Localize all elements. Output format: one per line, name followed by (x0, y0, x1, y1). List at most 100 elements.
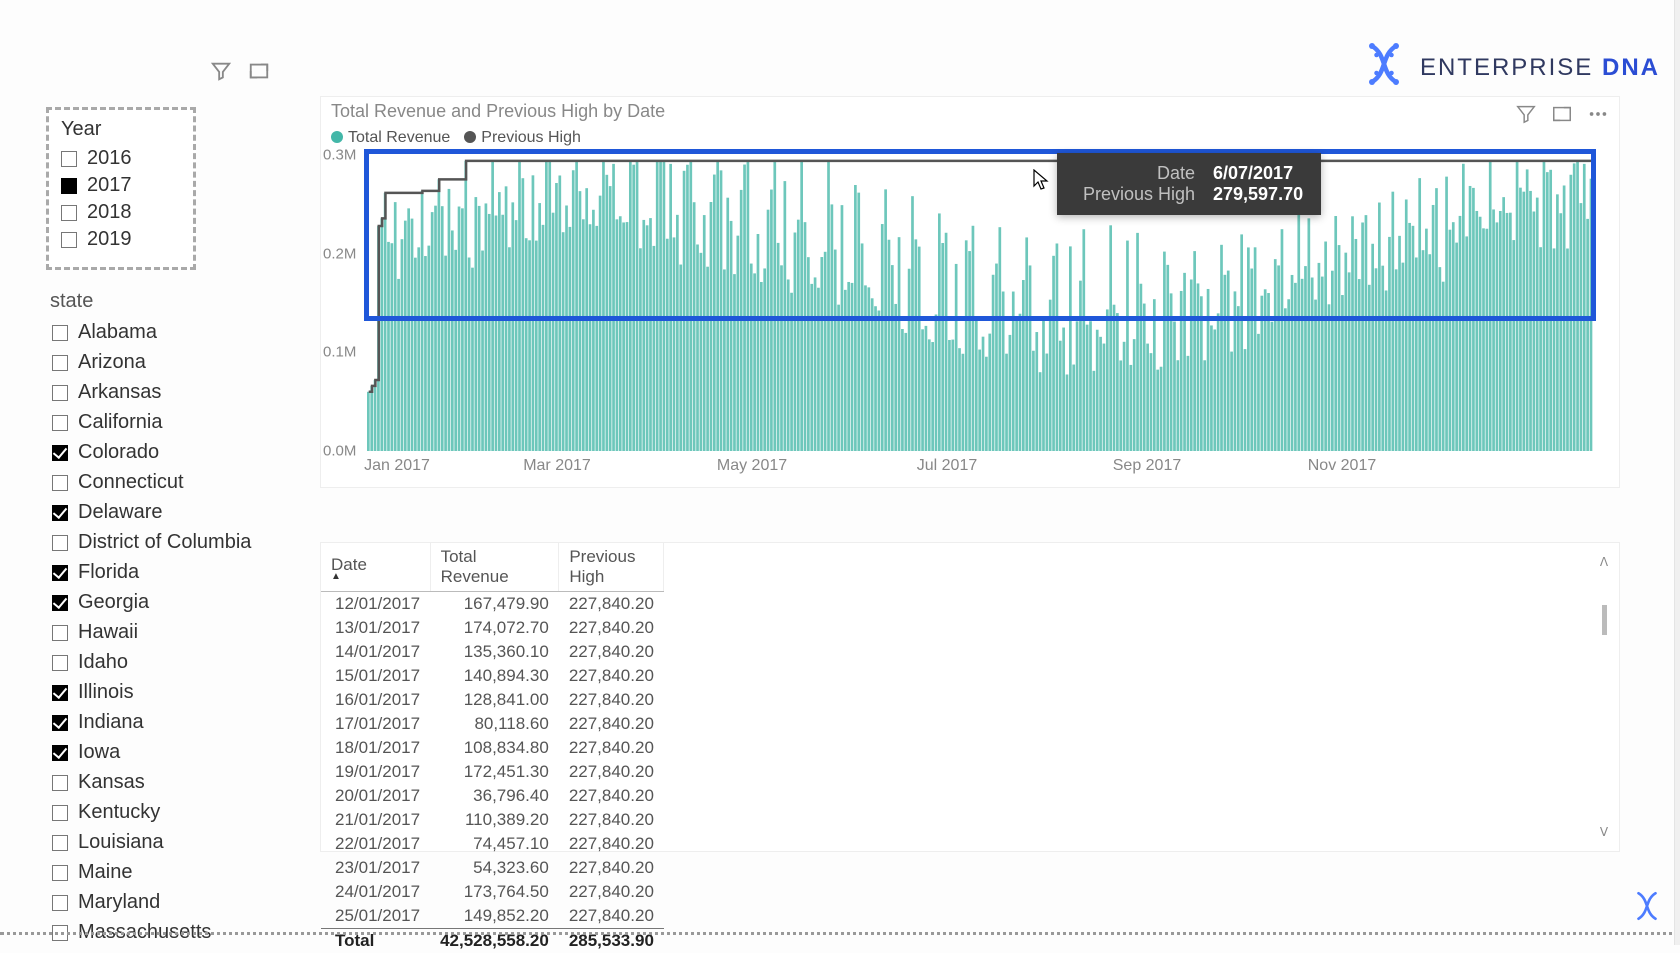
checkbox-icon[interactable] (52, 835, 68, 851)
checkbox-icon[interactable] (52, 625, 68, 641)
state-option-label: Maryland (78, 891, 160, 914)
table-scrollbar[interactable]: ᐱ ᐯ (1597, 555, 1611, 839)
state-option[interactable]: District of Columbia (52, 529, 282, 556)
checkbox-icon[interactable] (52, 535, 68, 551)
checkbox-icon[interactable] (52, 475, 68, 491)
legend-item-revenue[interactable]: Total Revenue (331, 129, 450, 147)
cell: 227,840.20 (559, 736, 664, 760)
state-option[interactable]: California (52, 409, 282, 436)
checkbox-icon[interactable] (61, 178, 77, 194)
filter-icon[interactable] (210, 60, 232, 87)
chart-visual[interactable]: Total Revenue and Previous High by Date … (320, 96, 1620, 488)
table-row[interactable]: 20/01/201736,796.40227,840.20 (321, 784, 664, 808)
year-option-2016[interactable]: 2016 (61, 145, 181, 172)
table-row[interactable]: 25/01/2017149,852.20227,840.20 (321, 904, 664, 929)
dna-icon (1360, 40, 1408, 95)
checkbox-icon[interactable] (52, 805, 68, 821)
state-option[interactable]: Arkansas (52, 379, 282, 406)
state-option[interactable]: Idaho (52, 649, 282, 676)
state-option[interactable]: Connecticut (52, 469, 282, 496)
state-option[interactable]: Colorado (52, 439, 282, 466)
state-slicer[interactable]: state AlabamaArizonaArkansasCaliforniaCo… (52, 290, 282, 946)
state-option[interactable]: Alabama (52, 319, 282, 346)
checkbox-icon[interactable] (61, 151, 77, 167)
table-row[interactable]: 16/01/2017128,841.00227,840.20 (321, 688, 664, 712)
cell: 13/01/2017 (321, 616, 430, 640)
filter-icon[interactable] (1515, 103, 1537, 130)
checkbox-icon[interactable] (52, 325, 68, 341)
year-option-2017[interactable]: 2017 (61, 172, 181, 199)
checkbox-icon[interactable] (52, 595, 68, 611)
table-row[interactable]: 22/01/201774,457.10227,840.20 (321, 832, 664, 856)
table-row[interactable]: 12/01/2017167,479.90227,840.20 (321, 592, 664, 617)
cell: 20/01/2017 (321, 784, 430, 808)
scroll-down-icon[interactable]: ᐯ (1600, 825, 1608, 839)
cell: 227,840.20 (559, 664, 664, 688)
table-row[interactable]: 24/01/2017173,764.50227,840.20 (321, 880, 664, 904)
brand-logo: ENTERPRISE DNA (1360, 40, 1660, 95)
state-option[interactable]: Louisiana (52, 829, 282, 856)
cell: 172,451.30 (430, 760, 559, 784)
table-row[interactable]: 14/01/2017135,360.10227,840.20 (321, 640, 664, 664)
checkbox-icon[interactable] (61, 205, 77, 221)
checkbox-icon[interactable] (52, 685, 68, 701)
x-tick: Mar 2017 (523, 457, 591, 475)
checkbox-icon[interactable] (52, 895, 68, 911)
table-row[interactable]: 21/01/2017110,389.20227,840.20 (321, 808, 664, 832)
checkbox-icon[interactable] (52, 415, 68, 431)
checkbox-icon[interactable] (52, 445, 68, 461)
year-option-2019[interactable]: 2019 (61, 226, 181, 253)
state-option[interactable]: Delaware (52, 499, 282, 526)
state-option[interactable]: Maine (52, 859, 282, 886)
cell: 14/01/2017 (321, 640, 430, 664)
state-option[interactable]: Kentucky (52, 799, 282, 826)
scroll-up-icon[interactable]: ᐱ (1600, 555, 1608, 569)
table-visual[interactable]: Date▲Total RevenuePrevious High 12/01/20… (320, 542, 1620, 852)
year-option-2018[interactable]: 2018 (61, 199, 181, 226)
cell: 24/01/2017 (321, 880, 430, 904)
y-tick: 0.0M (323, 443, 329, 460)
checkbox-icon[interactable] (52, 775, 68, 791)
table-row[interactable]: 13/01/2017174,072.70227,840.20 (321, 616, 664, 640)
focus-mode-icon[interactable] (1551, 103, 1573, 130)
state-option[interactable]: Kansas (52, 769, 282, 796)
checkbox-icon[interactable] (61, 232, 77, 248)
scroll-thumb[interactable] (1602, 605, 1607, 635)
state-option[interactable]: Georgia (52, 589, 282, 616)
column-header[interactable]: Total Revenue (430, 543, 559, 592)
state-option-label: Iowa (78, 741, 120, 764)
state-option[interactable]: Florida (52, 559, 282, 586)
column-header[interactable]: Previous High (559, 543, 664, 592)
state-option[interactable]: Hawaii (52, 619, 282, 646)
legend-item-prevhigh[interactable]: Previous High (464, 129, 581, 147)
table-row[interactable]: 17/01/201780,118.60227,840.20 (321, 712, 664, 736)
checkbox-icon[interactable] (52, 505, 68, 521)
checkbox-icon[interactable] (52, 355, 68, 371)
column-header[interactable]: Date▲ (321, 543, 430, 592)
year-slicer[interactable]: Year 2016201720182019 (46, 107, 196, 270)
state-option[interactable]: Indiana (52, 709, 282, 736)
table-row[interactable]: 19/01/2017172,451.30227,840.20 (321, 760, 664, 784)
state-option[interactable]: Arizona (52, 349, 282, 376)
table-row[interactable]: 23/01/201754,323.60227,840.20 (321, 856, 664, 880)
brand-accent: DNA (1602, 54, 1660, 81)
state-option[interactable]: Iowa (52, 739, 282, 766)
state-option[interactable]: Illinois (52, 679, 282, 706)
checkbox-icon[interactable] (52, 385, 68, 401)
checkbox-icon[interactable] (52, 715, 68, 731)
focus-mode-icon[interactable] (248, 60, 270, 87)
more-options-icon[interactable] (1587, 103, 1609, 130)
checkbox-icon[interactable] (52, 745, 68, 761)
state-option-label: Kansas (78, 771, 145, 794)
tooltip-value: 279,597.70 (1213, 184, 1303, 205)
checkbox-icon[interactable] (52, 865, 68, 881)
table-row[interactable]: 15/01/2017140,894.30227,840.20 (321, 664, 664, 688)
cell: 227,840.20 (559, 760, 664, 784)
table-row[interactable]: 18/01/2017108,834.80227,840.20 (321, 736, 664, 760)
checkbox-icon[interactable] (52, 565, 68, 581)
state-option-label: Arizona (78, 351, 146, 374)
subscribe-icon[interactable] (1630, 889, 1664, 923)
state-option[interactable]: Maryland (52, 889, 282, 916)
checkbox-icon[interactable] (52, 655, 68, 671)
chart-plot-area[interactable]: Date6/07/2017 Previous High279,597.70 (367, 155, 1593, 451)
